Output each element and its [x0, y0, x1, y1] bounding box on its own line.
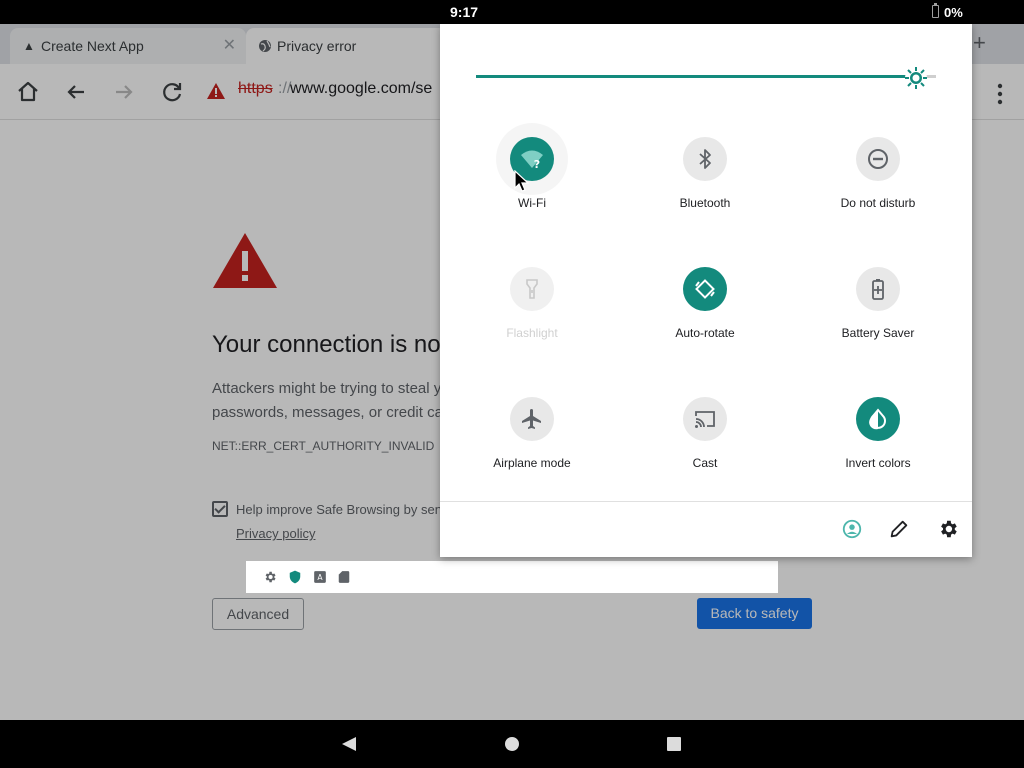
do-not-disturb-tile-label: Do not disturb	[840, 196, 916, 210]
bluetooth-tile-label: Bluetooth	[679, 196, 731, 210]
cast-tile-button[interactable]	[683, 397, 727, 441]
auto-rotate-tile[interactable]: Auto-rotate	[630, 254, 780, 354]
settings-icon[interactable]	[937, 518, 959, 540]
wifi-question-icon: ?	[521, 150, 543, 171]
battery-icon	[932, 3, 939, 18]
battery-percentage: 0%	[944, 5, 963, 20]
cast-tile-label: Cast	[692, 456, 718, 470]
bluetooth-tile-button[interactable]	[683, 137, 727, 181]
invert-colors-tile[interactable]: Invert colors	[803, 384, 953, 484]
invert-colors-icon	[869, 408, 886, 430]
flashlight-tile[interactable]: Flashlight	[457, 254, 607, 354]
battery-saver-tile-label: Battery Saver	[841, 326, 915, 340]
do-not-disturb-icon	[868, 149, 888, 169]
nav-recents-icon[interactable]	[667, 737, 681, 751]
brightness-slider-fill	[476, 75, 913, 78]
flashlight-icon	[526, 279, 538, 299]
wifi-tile[interactable]: ? Wi-Fi	[457, 123, 607, 224]
battery-saver-icon	[872, 279, 884, 300]
user-icon[interactable]	[841, 518, 863, 540]
airplane-mode-tile[interactable]: Airplane mode	[457, 384, 607, 484]
keyboard-icon: A	[314, 571, 326, 583]
auto-rotate-tile-button[interactable]	[683, 267, 727, 311]
invert-colors-tile-button[interactable]	[856, 397, 900, 441]
svg-text:?: ?	[534, 158, 540, 171]
auto-rotate-icon	[695, 279, 715, 299]
flashlight-tile-button[interactable]	[510, 267, 554, 311]
navigation-bar	[0, 720, 1024, 768]
brightness-slider[interactable]	[476, 75, 936, 78]
settings-icon	[265, 571, 276, 583]
auto-rotate-tile-label: Auto-rotate	[675, 326, 735, 340]
cast-tile[interactable]: Cast	[630, 384, 780, 484]
airplane-mode-tile-label: Airplane mode	[493, 456, 571, 470]
invert-colors-tile-label: Invert colors	[845, 456, 911, 470]
brightness-icon[interactable]	[904, 66, 928, 90]
edit-icon[interactable]	[888, 518, 910, 540]
status-bar: 9:17 0%	[0, 0, 1024, 24]
mouse-cursor-icon	[514, 170, 530, 192]
cast-icon	[695, 411, 715, 428]
do-not-disturb-tile[interactable]: Do not disturb	[803, 124, 953, 224]
wifi-tile-label: Wi-Fi	[518, 196, 546, 210]
bluetooth-icon	[699, 149, 711, 169]
airplane-icon	[522, 409, 541, 429]
battery-saver-tile[interactable]: Battery Saver	[803, 254, 953, 354]
flashlight-tile-label: Flashlight	[506, 326, 558, 340]
airplane-mode-tile-button[interactable]	[510, 397, 554, 441]
battery-saver-tile-button[interactable]	[856, 267, 900, 311]
svg-text:A: A	[317, 573, 323, 582]
quick-settings-panel: ? Wi-Fi Bluetooth Do not disturb Flashli…	[440, 24, 972, 557]
nav-back-icon[interactable]	[341, 736, 357, 752]
nav-home-icon[interactable]	[505, 737, 519, 751]
shield-icon	[289, 570, 301, 584]
quick-settings-divider	[440, 501, 972, 502]
status-time: 9:17	[450, 4, 479, 20]
do-not-disturb-tile-button[interactable]	[856, 137, 900, 181]
notification-icons-strip[interactable]: A	[246, 561, 778, 593]
bluetooth-tile[interactable]: Bluetooth	[630, 124, 780, 224]
sd-card-icon	[338, 571, 350, 583]
